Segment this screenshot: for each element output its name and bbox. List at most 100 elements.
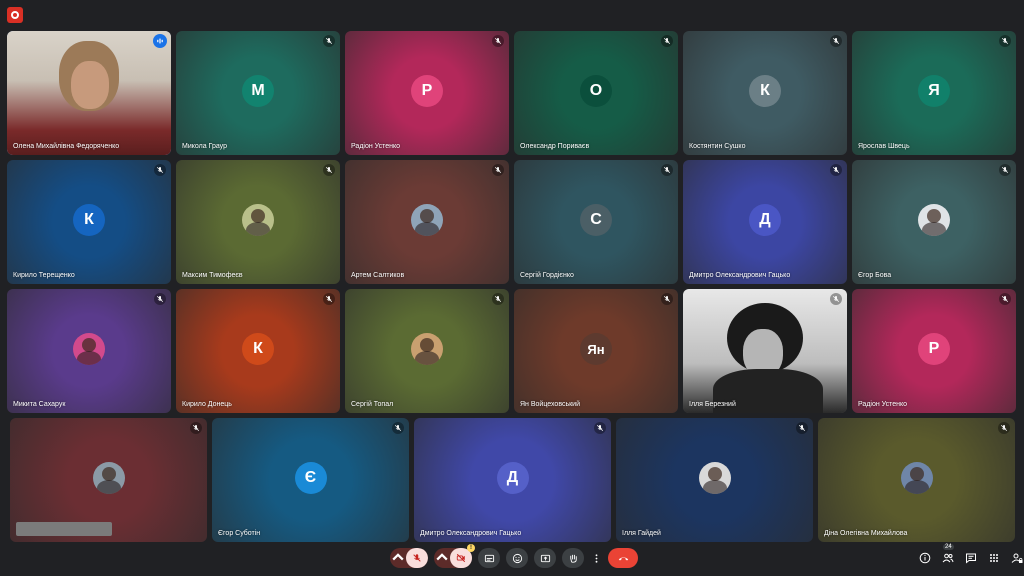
participant-name: Ілля Гайдей [622, 530, 661, 537]
avatar: К [73, 204, 105, 236]
mic-off-icon [413, 554, 421, 562]
participant-tile[interactable]: Максим Тимофеєв [176, 160, 340, 284]
avatar: С [580, 204, 612, 236]
mic-off-icon [830, 35, 842, 47]
camera-options-button[interactable] [434, 548, 450, 568]
mic-off-icon [796, 422, 808, 434]
video-feed [683, 289, 847, 413]
avatar: Д [496, 462, 529, 494]
participant-name: Микита Сахарук [13, 401, 66, 408]
participant-tile[interactable]: М Микола Граур [176, 31, 340, 155]
microphone-control [390, 548, 428, 568]
mic-off-icon [154, 164, 166, 176]
participant-tile[interactable]: Р Радіон Устенко [345, 31, 509, 155]
mic-off-icon [661, 293, 673, 305]
mic-off-icon [492, 164, 504, 176]
participant-tile[interactable]: Ілля Гайдей [616, 418, 813, 542]
camera-control: ! [434, 544, 475, 568]
mic-off-icon [998, 422, 1010, 434]
people-icon [942, 553, 954, 563]
chat-button[interactable] [964, 551, 978, 565]
participant-name: Ілля Березний [689, 401, 736, 408]
participant-tile[interactable]: О Олександр Пориваєв [514, 31, 678, 155]
mic-off-icon [492, 293, 504, 305]
avatar [411, 204, 443, 236]
emoji-icon [512, 553, 522, 563]
more-vertical-icon [595, 553, 597, 563]
avatar [918, 204, 950, 236]
participant-tile[interactable]: Р Радіон Устенко [852, 289, 1016, 413]
call-controls: ! [390, 544, 638, 568]
avatar [698, 462, 731, 494]
participant-name: Олександр Пориваєв [520, 143, 590, 150]
mic-off-icon [999, 293, 1011, 305]
captions-button[interactable] [478, 548, 500, 568]
present-screen-icon [540, 554, 550, 562]
participant-name: Олена Михайлівна Федоряченко [13, 143, 120, 150]
avatar: Ян [580, 333, 612, 365]
participant-tile[interactable]: Сергій Топал [345, 289, 509, 413]
end-call-icon [618, 556, 628, 560]
participant-name: Діна Олегівна Михайлова [824, 530, 908, 537]
participant-tile[interactable]: Я Ярослав Швець [852, 31, 1016, 155]
more-options-button[interactable] [590, 548, 602, 568]
avatar [411, 333, 443, 365]
participant-tile[interactable]: Д Дмитро Олександрович Гацько [414, 418, 611, 542]
raise-hand-button[interactable] [562, 548, 584, 568]
participants-row-2: К Кирило Терещенко Максим Тимофеєв Артем Са… [7, 160, 1016, 284]
avatar [73, 333, 105, 365]
microphone-options-button[interactable] [390, 548, 406, 568]
activities-button[interactable] [987, 551, 1001, 565]
participant-name: Кирило Донець [182, 401, 232, 408]
camera-toggle-button[interactable]: ! [450, 544, 475, 568]
mic-off-icon [830, 164, 842, 176]
participant-tile[interactable]: Д Дмитро Олександрович Гацько [683, 160, 847, 284]
chevron-up-icon [392, 553, 404, 561]
mic-off-icon [830, 293, 842, 305]
participant-tile[interactable]: Олена Михайлівна Федоряченко [7, 31, 171, 155]
chat-icon [966, 553, 976, 564]
participant-tile[interactable] [10, 418, 207, 542]
participant-name: Сергій Гордієнко [520, 272, 574, 279]
participant-name: Максим Тимофеєв [182, 272, 243, 279]
participant-tile[interactable]: Є Єгор Суботін [212, 418, 409, 542]
recording-icon [7, 7, 23, 23]
mic-off-icon [154, 293, 166, 305]
participant-name: Костянтин Сушко [689, 143, 746, 150]
people-button[interactable]: 24 [941, 544, 955, 565]
participant-tile[interactable]: С Сергій Гордієнко [514, 160, 678, 284]
reactions-button[interactable] [506, 548, 528, 568]
video-feed [7, 31, 171, 155]
avatar: Р [411, 75, 443, 107]
redacted-name-label [16, 522, 112, 536]
participants-row-4: Є Єгор Суботін Д Дмитро Олександрович Гацьк… [10, 418, 1015, 542]
participant-tile[interactable]: Діна Олегівна Михайлова [818, 418, 1015, 542]
present-button[interactable] [534, 548, 556, 568]
microphone-toggle-button[interactable] [406, 548, 428, 568]
participant-tile[interactable]: Микита Сахарук [7, 289, 171, 413]
participant-name: Микола Граур [182, 143, 227, 150]
avatar: Д [749, 204, 781, 236]
participant-tile[interactable]: Ян Ян Войцеховський [514, 289, 678, 413]
participant-tile[interactable]: Артем Салтиков [345, 160, 509, 284]
participant-tile[interactable]: К Костянтин Сушко [683, 31, 847, 155]
participant-name: Єгор Бова [858, 272, 892, 279]
participant-tile[interactable]: Єгор Бова [852, 160, 1016, 284]
leave-call-button[interactable] [608, 548, 638, 568]
participant-tile[interactable]: К Кирило Терещенко [7, 160, 171, 284]
participant-tile[interactable]: К Кирило Донець [176, 289, 340, 413]
avatar: К [749, 75, 781, 107]
participants-row-3: Микита Сахарук К Кирило Донець Сергій Топал… [7, 289, 1016, 413]
captions-icon [484, 554, 494, 562]
avatar: Я [918, 75, 950, 107]
mic-off-icon [392, 422, 404, 434]
speaking-icon [153, 34, 167, 48]
mic-off-icon [594, 422, 606, 434]
host-controls-button[interactable] [1010, 551, 1024, 565]
meeting-details-button[interactable] [918, 551, 932, 565]
participant-name: Ян Войцеховський [520, 401, 580, 408]
info-icon [919, 552, 931, 564]
avatar: М [242, 75, 274, 107]
chevron-up-icon [436, 553, 448, 561]
participant-tile[interactable]: Ілля Березний [683, 289, 847, 413]
